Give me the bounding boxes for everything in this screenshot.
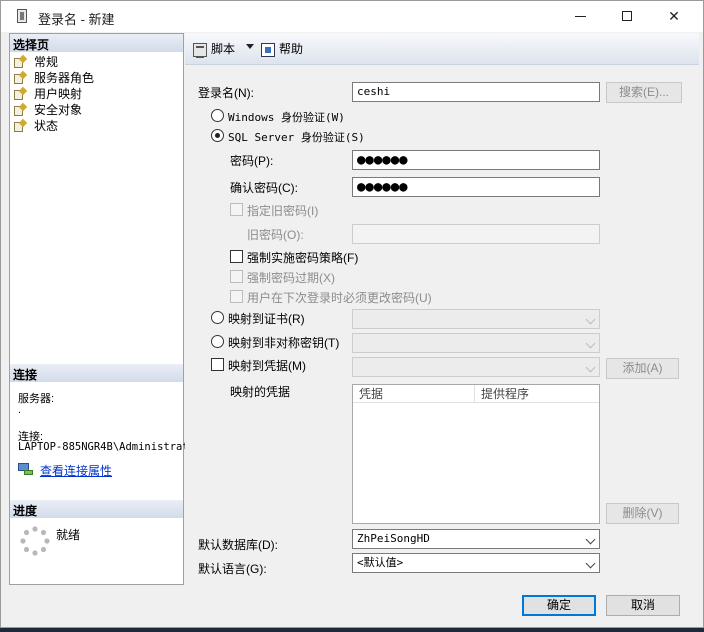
specify-old-password-label: 指定旧密码(I)	[247, 204, 319, 218]
grid-header-provider[interactable]: 提供程序	[475, 385, 599, 403]
mapped-credentials-label: 映射的凭据	[230, 385, 291, 399]
progress-status: 就绪	[56, 528, 81, 542]
must-change-password-checkbox[interactable]	[230, 290, 243, 303]
chevron-down-icon	[585, 558, 596, 569]
window-title: 登录名 - 新建	[38, 12, 115, 27]
page-item-securables[interactable]: 安全对象	[10, 102, 183, 118]
certificate-combo[interactable]	[352, 309, 600, 329]
map-to-certificate-radio[interactable]	[211, 311, 224, 324]
ok-button[interactable]: 确定	[522, 595, 596, 616]
page-item-label: 常规	[34, 55, 59, 69]
page-item-status[interactable]: 状态	[10, 118, 183, 134]
default-language-value: <默认值>	[357, 556, 404, 569]
app-icon	[17, 9, 27, 23]
close-button[interactable]: ✕	[651, 1, 697, 32]
server-label: 服务器:	[18, 393, 55, 405]
view-connection-properties-link[interactable]: 查看连接属性	[40, 462, 112, 479]
page-item-server-roles[interactable]: 服务器角色	[10, 70, 183, 86]
page-icon	[14, 54, 28, 68]
chevron-down-icon	[585, 314, 596, 325]
progress-spinner-icon	[20, 526, 50, 556]
help-button[interactable]: 帮助	[261, 41, 303, 57]
connection-header: 连接	[10, 364, 183, 382]
page-item-label: 安全对象	[34, 103, 83, 117]
search-button[interactable]: 搜索(E)...	[606, 82, 682, 103]
windows-auth-label[interactable]: Windows 身份验证(W)	[228, 109, 345, 125]
default-language-label: 默认语言(G):	[198, 562, 267, 576]
chevron-down-icon	[585, 362, 596, 373]
toolbar: 脚本 帮助	[185, 33, 699, 65]
maximize-icon	[622, 11, 632, 21]
enforce-password-expiration-checkbox[interactable]	[230, 270, 243, 283]
page-item-label: 服务器角色	[34, 71, 95, 85]
old-password-label: 旧密码(O):	[247, 228, 304, 242]
title-bar: 登录名 - 新建 ✕	[1, 1, 703, 32]
map-to-credential-checkbox[interactable]	[211, 358, 224, 371]
page-item-label: 用户映射	[34, 87, 83, 101]
login-new-dialog: 登录名 - 新建 ✕ 选择页 常规 服务器角色 用户映射 安全对象 状态 连接 …	[0, 0, 704, 628]
asymmetric-key-combo[interactable]	[352, 333, 600, 353]
map-to-credential-label: 映射到凭据(M)	[228, 359, 306, 373]
must-change-password-label: 用户在下次登录时必须更改密码(U)	[247, 291, 432, 305]
connection-properties-icon	[18, 462, 34, 476]
script-label: 脚本	[211, 42, 236, 56]
cancel-button[interactable]: 取消	[606, 595, 680, 616]
default-database-combo[interactable]: ZhPeiSongHD	[352, 529, 600, 549]
close-icon: ✕	[668, 8, 680, 24]
minimize-button[interactable]	[557, 1, 603, 32]
server-value: .	[18, 404, 22, 416]
confirm-password-input[interactable]: ●●●●●●	[352, 177, 600, 197]
enforce-password-policy-label: 强制实施密码策略(F)	[247, 251, 359, 265]
help-label: 帮助	[279, 42, 304, 56]
grid-header-credential[interactable]: 凭据	[353, 385, 475, 403]
chevron-down-icon	[585, 534, 596, 545]
sql-auth-label[interactable]: SQL Server 身份验证(S)	[228, 129, 365, 145]
map-to-certificate-label[interactable]: 映射到证书(R)	[228, 310, 305, 327]
page-item-user-mapping[interactable]: 用户映射	[10, 86, 183, 102]
sql-auth-radio[interactable]	[211, 129, 224, 142]
map-to-asymmetric-key-label[interactable]: 映射到非对称密钥(T)	[228, 334, 339, 351]
windows-auth-radio[interactable]	[211, 109, 224, 122]
dialog-footer: 确定 取消	[1, 587, 703, 627]
script-dropdown-arrow-icon[interactable]	[246, 44, 254, 49]
page-icon	[14, 70, 28, 84]
password-input[interactable]: ●●●●●●	[352, 150, 600, 170]
page-icon	[14, 118, 28, 132]
script-button[interactable]: 脚本	[193, 41, 236, 58]
default-database-value: ZhPeiSongHD	[357, 532, 430, 545]
page-item-label: 状态	[34, 119, 59, 133]
general-page-content: 登录名(N): ceshi 搜索(E)... Windows 身份验证(W) S…	[185, 66, 699, 586]
page-item-general[interactable]: 常规	[10, 54, 183, 70]
mapped-credentials-grid[interactable]: 凭据 提供程序	[352, 384, 600, 524]
login-name-label: 登录名(N):	[198, 86, 254, 100]
help-icon	[261, 42, 275, 57]
specify-old-password-checkbox[interactable]	[230, 203, 243, 216]
script-icon	[193, 42, 207, 58]
add-credential-button[interactable]: 添加(A)	[606, 358, 679, 379]
progress-header: 进度	[10, 500, 183, 518]
minimize-icon	[574, 16, 586, 17]
default-database-label: 默认数据库(D):	[198, 538, 278, 552]
enforce-password-expiration-label: 强制密码过期(X)	[247, 271, 335, 285]
maximize-button[interactable]	[604, 1, 650, 32]
connection-value: LAPTOP-885NGR4B\Administrat	[18, 441, 189, 453]
page-icon	[14, 86, 28, 100]
enforce-password-policy-checkbox[interactable]	[230, 250, 243, 263]
page-icon	[14, 102, 28, 116]
old-password-input[interactable]	[352, 224, 600, 244]
credential-combo[interactable]	[352, 357, 600, 377]
left-pane: 选择页 常规 服务器角色 用户映射 安全对象 状态 连接 服务器: . 连接: …	[9, 33, 189, 585]
page-list: 常规 服务器角色 用户映射 安全对象 状态	[10, 54, 183, 134]
remove-credential-button[interactable]: 删除(V)	[606, 503, 679, 524]
select-page-header: 选择页	[10, 34, 183, 52]
confirm-password-label: 确认密码(C):	[230, 181, 298, 195]
default-language-combo[interactable]: <默认值>	[352, 553, 600, 573]
password-label: 密码(P):	[230, 154, 274, 168]
chevron-down-icon	[585, 338, 596, 349]
login-name-input[interactable]: ceshi	[352, 82, 600, 102]
map-to-asymmetric-key-radio[interactable]	[211, 335, 224, 348]
